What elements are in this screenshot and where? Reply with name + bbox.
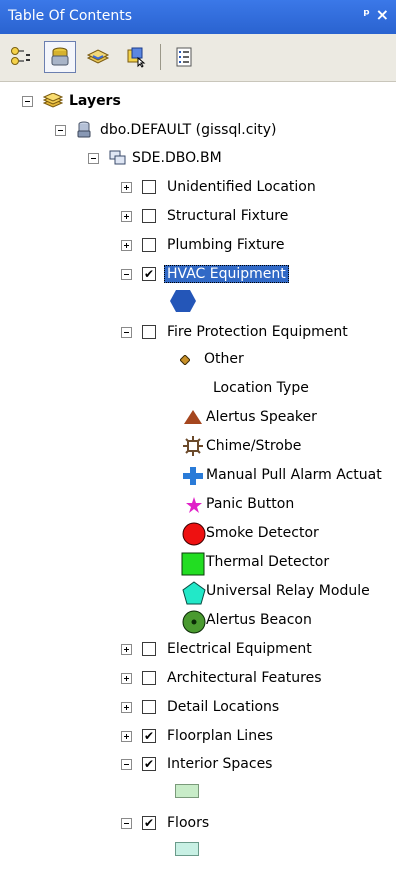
layer-checkbox[interactable]	[142, 325, 156, 339]
layer-label: Plumbing Fixture	[167, 237, 285, 253]
collapse-icon[interactable]	[121, 268, 132, 280]
layers-visibility-icon	[86, 49, 110, 64]
selection-icon	[127, 47, 146, 68]
diamond-symbol-icon	[180, 355, 190, 365]
collapse-icon[interactable]	[55, 124, 66, 136]
tree-label: Layers	[69, 93, 121, 109]
table-of-contents-tree: Layers dbo.DEFAULT (gissql.city) SDE.DBO…	[0, 82, 396, 894]
pin-icon[interactable]: ᵖ	[363, 7, 370, 23]
tree-node-layers[interactable]: Layers	[22, 90, 121, 112]
options-icon	[176, 47, 192, 67]
layer-label: Unidentified Location	[167, 179, 316, 195]
interior-spaces-swatch	[175, 784, 199, 798]
layer-label: Interior Spaces	[167, 756, 273, 772]
layer-label-selected[interactable]: HVAC Equipment	[164, 265, 289, 283]
tree-node-group[interactable]: SDE.DBO.BM	[88, 147, 222, 169]
list-by-source-button[interactable]	[44, 41, 76, 73]
layer-label: Floors	[167, 815, 210, 831]
layer-row[interactable]: Electrical Equipment	[121, 638, 312, 660]
layer-checkbox[interactable]	[142, 238, 156, 252]
layer-checkbox[interactable]: ✔	[142, 267, 156, 281]
collapse-icon[interactable]	[121, 817, 132, 829]
legend-item-label: Alertus Speaker	[206, 409, 317, 425]
layer-checkbox[interactable]	[142, 209, 156, 223]
layer-row[interactable]: ✔ Floorplan Lines	[121, 725, 273, 747]
expand-icon[interactable]	[121, 210, 132, 222]
expand-icon[interactable]	[121, 643, 132, 655]
legend-item-label: Thermal Detector	[206, 554, 330, 570]
group-layer-icon	[109, 150, 126, 165]
close-icon[interactable]: ×	[376, 5, 389, 24]
floors-swatch	[175, 842, 199, 856]
collapse-icon[interactable]	[22, 95, 33, 107]
tree-label: SDE.DBO.BM	[132, 150, 222, 166]
legend-item-label: Manual Pull Alarm Actuat	[206, 467, 382, 483]
layer-checkbox[interactable]: ✔	[142, 757, 156, 771]
toolbar-separator	[160, 44, 161, 70]
layer-label: Fire Protection Equipment	[167, 324, 348, 340]
database-icon	[51, 47, 69, 66]
legend-item-label: Chime/Strobe	[206, 438, 302, 454]
collapse-icon[interactable]	[88, 152, 99, 164]
window-title: Table Of Contents	[8, 8, 133, 24]
expand-icon[interactable]	[121, 181, 132, 193]
layer-label: Structural Fixture	[167, 208, 289, 224]
list-drawing-order-icon	[11, 47, 30, 65]
tree-node-database[interactable]: dbo.DEFAULT (gissql.city)	[55, 119, 277, 141]
layer-checkbox[interactable]: ✔	[142, 816, 156, 830]
legend-item-label: Universal Relay Module	[206, 583, 370, 599]
layer-label: Floorplan Lines	[167, 728, 273, 744]
layer-row[interactable]: Structural Fixture	[121, 205, 288, 227]
layer-checkbox[interactable]: ✔	[142, 729, 156, 743]
layer-checkbox[interactable]	[142, 180, 156, 194]
layer-checkbox[interactable]	[142, 671, 156, 685]
expand-icon[interactable]	[121, 730, 132, 742]
expand-icon[interactable]	[121, 701, 132, 713]
title-bar: Table Of Contents ᵖ ×	[0, 0, 396, 34]
cross-symbol-icon	[183, 467, 203, 485]
list-by-visibility-button[interactable]	[82, 41, 114, 73]
layer-row[interactable]: Architectural Features	[121, 667, 322, 689]
legend-item-label: Alertus Beacon	[206, 612, 312, 628]
layer-row-hvac[interactable]: ✔ HVAC Equipment	[121, 263, 289, 285]
triangle-symbol-icon	[184, 410, 202, 424]
collapse-icon[interactable]	[121, 758, 132, 770]
hexagon-symbol-icon	[170, 290, 196, 312]
legend-item-label: Smoke Detector	[206, 525, 319, 541]
layer-label: Detail Locations	[167, 699, 280, 715]
layer-row[interactable]: Plumbing Fixture	[121, 234, 284, 256]
legend-other-label: Other	[204, 351, 244, 367]
star-symbol-icon	[186, 497, 202, 513]
database-icon	[77, 121, 91, 138]
layers-icon	[43, 93, 63, 108]
beacon-symbol-icon	[182, 610, 206, 634]
options-button[interactable]	[168, 41, 200, 73]
legend-item-label: Panic Button	[206, 496, 295, 512]
pentagon-symbol-icon	[182, 581, 206, 605]
layer-checkbox[interactable]	[142, 700, 156, 714]
layer-row[interactable]: Unidentified Location	[121, 176, 316, 198]
layer-row[interactable]: ✔ Floors	[121, 812, 209, 834]
layer-label: Architectural Features	[167, 670, 322, 686]
tree-label: dbo.DEFAULT (gissql.city)	[100, 122, 277, 138]
circle-symbol-icon	[182, 522, 206, 546]
chime-strobe-symbol-icon	[183, 436, 203, 456]
legend-field-label: Location Type	[213, 380, 309, 396]
layer-row[interactable]: ✔ Interior Spaces	[121, 753, 272, 775]
layer-label: Electrical Equipment	[167, 641, 312, 657]
square-symbol-icon	[181, 552, 205, 576]
layer-row[interactable]: Detail Locations	[121, 696, 279, 718]
collapse-icon[interactable]	[121, 326, 132, 338]
layer-row[interactable]: Fire Protection Equipment	[121, 321, 348, 343]
layer-checkbox[interactable]	[142, 642, 156, 656]
list-by-drawing-order-button[interactable]	[6, 41, 38, 73]
expand-icon[interactable]	[121, 239, 132, 251]
list-by-selection-button[interactable]	[120, 41, 152, 73]
toolbar	[0, 34, 396, 82]
expand-icon[interactable]	[121, 672, 132, 684]
